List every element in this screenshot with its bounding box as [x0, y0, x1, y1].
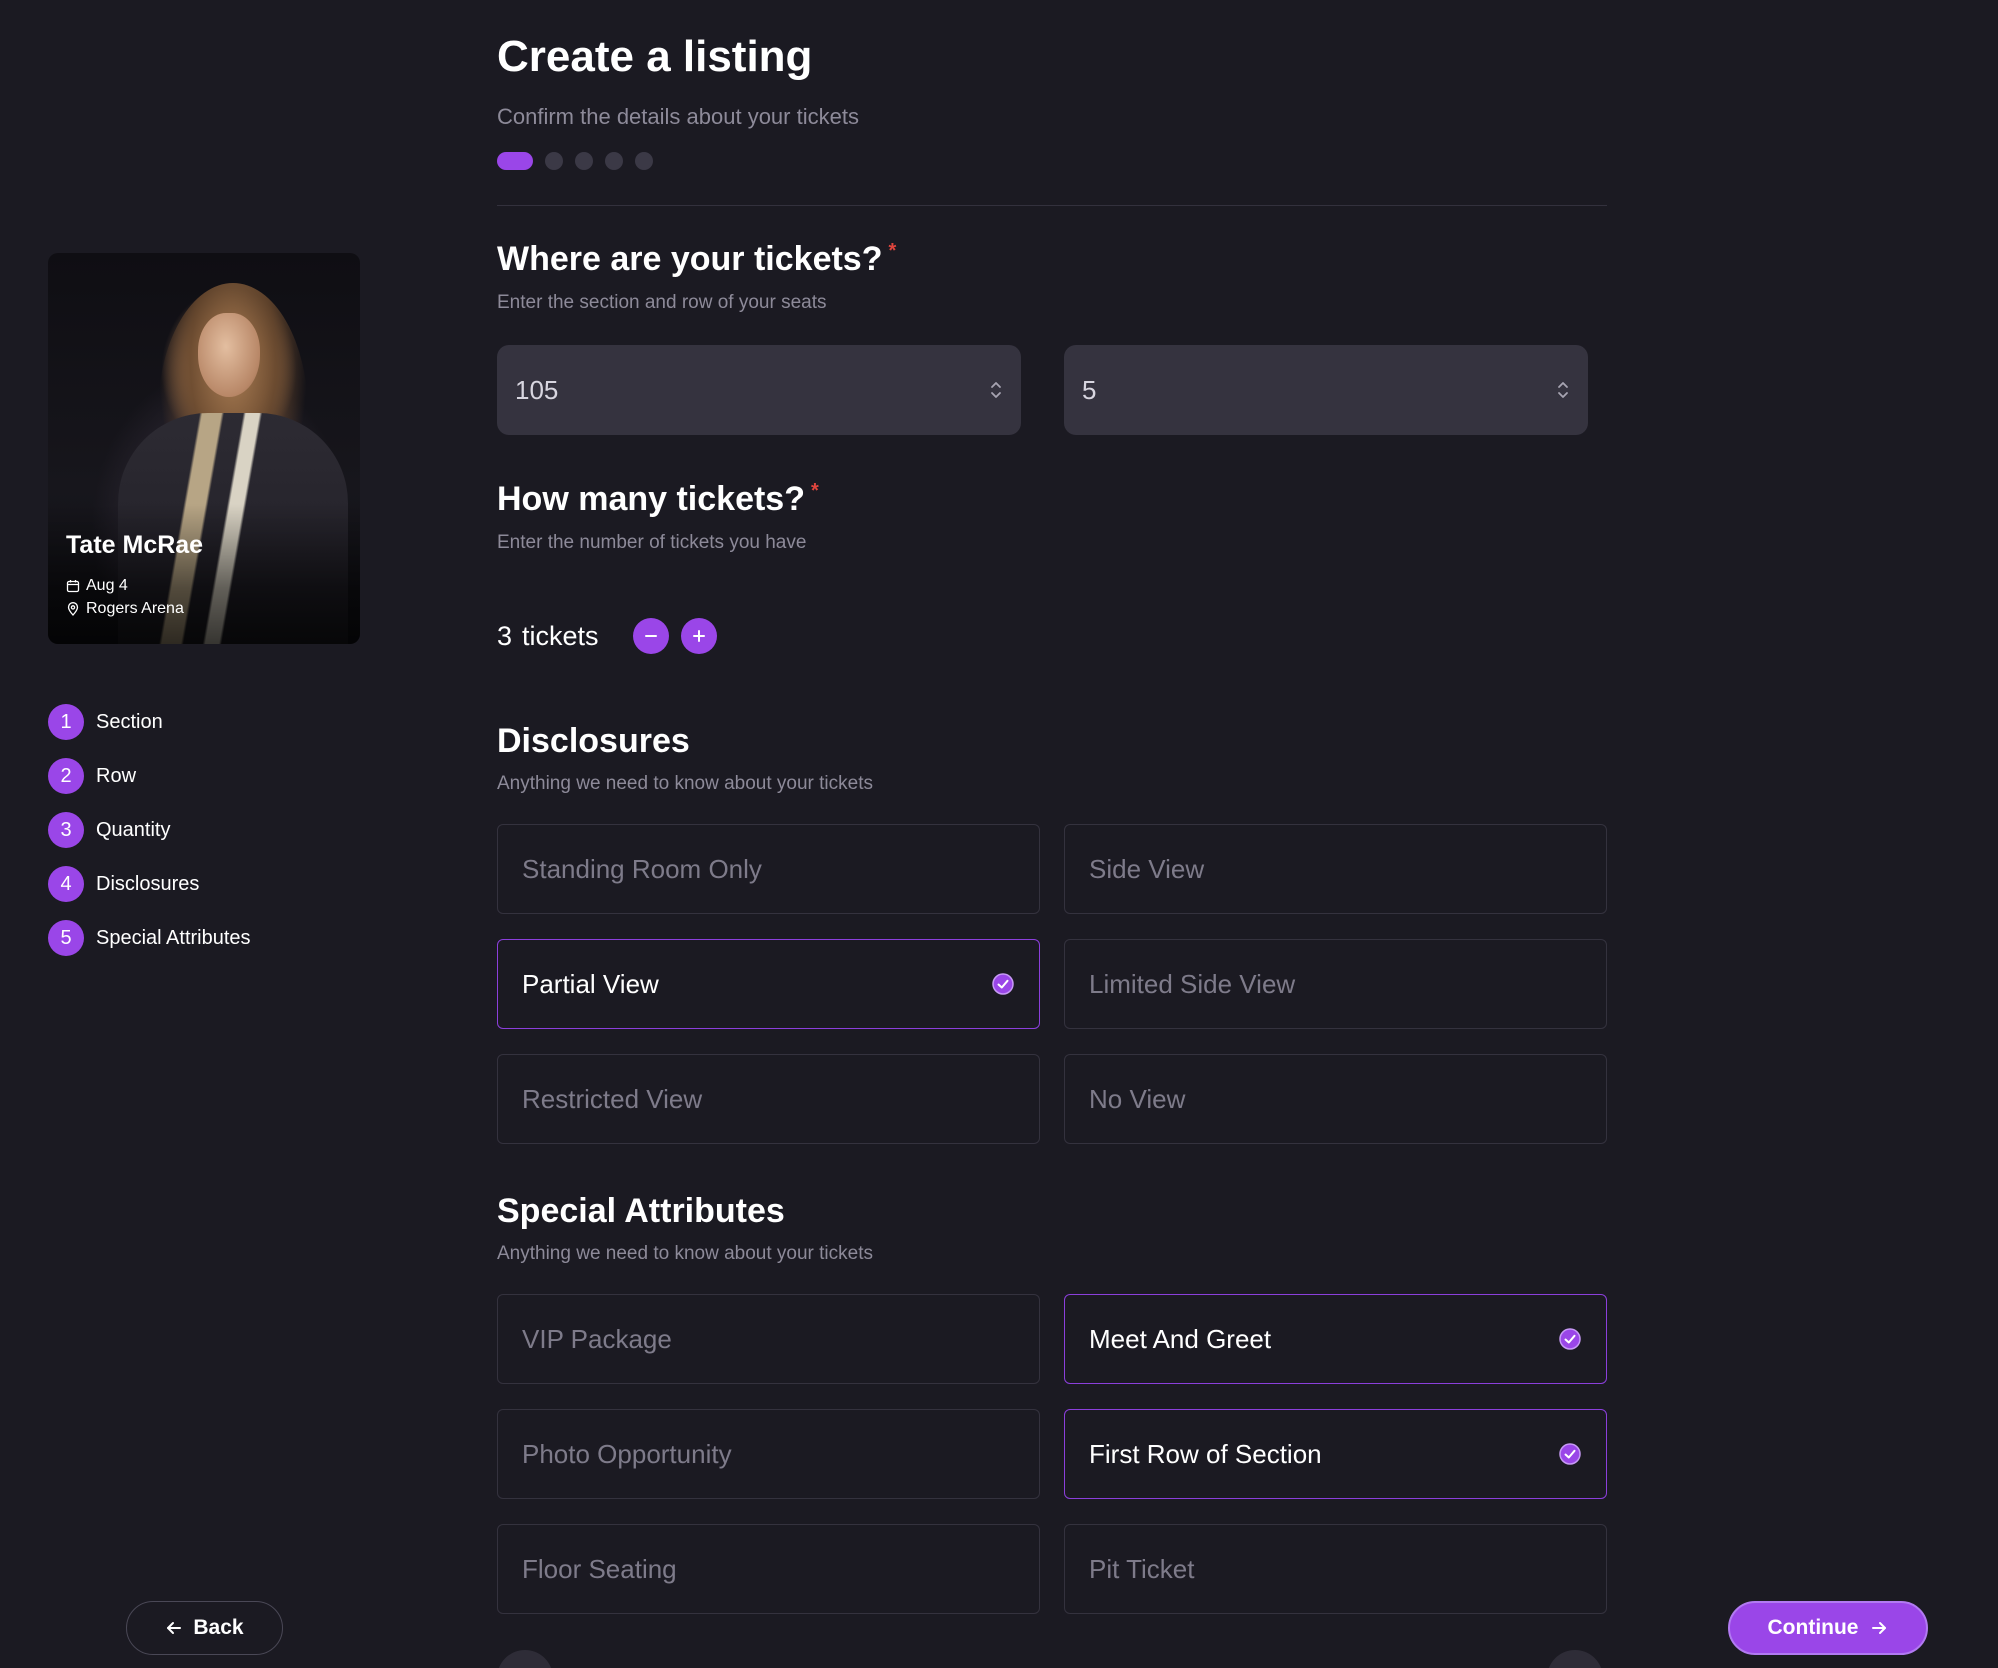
attribute-option-pit-ticket[interactable]: Pit Ticket	[1064, 1524, 1607, 1614]
special-attributes-subtitle: Anything we need to know about your tick…	[497, 1243, 874, 1264]
disclosures-title: Disclosures	[497, 722, 690, 760]
location-pin-icon	[67, 602, 79, 616]
divider	[497, 205, 1607, 206]
step-number: 2	[48, 758, 84, 794]
disclosure-option-restricted-view[interactable]: Restricted View	[497, 1054, 1040, 1144]
check-circle-icon	[1559, 1443, 1581, 1465]
step-special-attributes[interactable]: 5 Special Attributes	[48, 920, 251, 956]
disclosure-option-standing-room-only[interactable]: Standing Room Only	[497, 824, 1040, 914]
arrow-left-icon	[167, 1622, 182, 1634]
attribute-option-photo-opportunity[interactable]: Photo Opportunity	[497, 1409, 1040, 1499]
row-select[interactable]: 5	[1064, 345, 1588, 435]
progress-dot	[575, 152, 593, 170]
quantity-title-text: How many tickets?	[497, 480, 805, 518]
event-date: Aug 4	[66, 577, 128, 595]
quantity-count: 3	[497, 620, 513, 651]
option-label: Meet And Greet	[1089, 1323, 1272, 1354]
plus-icon	[692, 630, 705, 642]
event-artist: Tate McRae	[66, 531, 204, 559]
step-list: 1 Section 2 Row 3 Quantity 4 Disclosures…	[48, 704, 251, 974]
disclosure-option-partial-view[interactable]: Partial View	[497, 939, 1040, 1029]
check-circle-icon	[1559, 1328, 1581, 1350]
progress-dot	[635, 152, 653, 170]
option-label: Limited Side View	[1089, 968, 1296, 999]
page-title: Create a listing	[497, 32, 813, 81]
quantity-subtitle: Enter the number of tickets you have	[497, 532, 807, 553]
artist-photo-face	[198, 313, 260, 397]
where-subtitle: Enter the section and row of your seats	[497, 292, 827, 313]
event-card: Tate McRae Aug 4 Rogers Arena	[48, 253, 360, 644]
step-quantity[interactable]: 3 Quantity	[48, 812, 251, 848]
progress-dot	[605, 152, 623, 170]
chevron-updown-icon	[991, 382, 1001, 398]
back-button[interactable]: Back	[126, 1601, 283, 1655]
step-number: 4	[48, 866, 84, 902]
decrement-button[interactable]	[632, 618, 669, 654]
quantity-unit: tickets	[522, 620, 599, 651]
continue-label: Continue	[1767, 1616, 1859, 1639]
attribute-option-meet-and-greet[interactable]: Meet And Greet	[1064, 1294, 1607, 1384]
progress-dot-active	[497, 152, 533, 170]
check-circle-icon	[992, 973, 1014, 995]
option-label: Photo Opportunity	[522, 1438, 732, 1469]
option-label: Partial View	[522, 968, 659, 999]
disclosure-option-side-view[interactable]: Side View	[1064, 824, 1607, 914]
arrow-right-icon	[1872, 1622, 1887, 1634]
attribute-option-vip-package[interactable]: VIP Package	[497, 1294, 1040, 1384]
step-section[interactable]: 1 Section	[48, 704, 251, 740]
event-venue: Rogers Arena	[66, 600, 184, 618]
option-label: Floor Seating	[522, 1553, 677, 1584]
attribute-option-first-row-of-section[interactable]: First Row of Section	[1064, 1409, 1607, 1499]
disclosures-subtitle: Anything we need to know about your tick…	[497, 773, 874, 794]
option-label: First Row of Section	[1089, 1438, 1322, 1469]
step-number: 3	[48, 812, 84, 848]
special-attributes-title: Special Attributes	[497, 1192, 785, 1230]
scroll-peek-element	[1547, 1650, 1603, 1668]
continue-button[interactable]: Continue	[1728, 1601, 1928, 1655]
step-label: Special Attributes	[96, 926, 251, 949]
minus-icon	[644, 635, 657, 637]
option-label: Side View	[1089, 853, 1205, 884]
step-label: Section	[96, 710, 163, 733]
calendar-icon	[66, 580, 80, 593]
quantity-stepper: 3 tickets	[497, 618, 717, 654]
required-mark: *	[888, 240, 897, 262]
progress-dot	[545, 152, 563, 170]
step-disclosures[interactable]: 4 Disclosures	[48, 866, 251, 902]
disclosure-option-limited-side-view[interactable]: Limited Side View	[1064, 939, 1607, 1029]
progress-indicator	[497, 152, 653, 170]
event-venue-text: Rogers Arena	[86, 600, 184, 617]
step-label: Quantity	[96, 818, 171, 841]
option-label: Pit Ticket	[1089, 1553, 1195, 1584]
option-label: VIP Package	[522, 1323, 672, 1354]
where-title: Where are your tickets? *	[497, 240, 896, 279]
attribute-option-floor-seating[interactable]: Floor Seating	[497, 1524, 1040, 1614]
chevron-updown-icon	[1558, 382, 1568, 398]
photo-gradient-overlay	[48, 504, 360, 644]
required-mark: *	[810, 480, 819, 502]
step-number: 1	[48, 704, 84, 740]
page-subtitle: Confirm the details about your tickets	[497, 104, 859, 129]
quantity-title: How many tickets? *	[497, 480, 819, 519]
scroll-peek-element	[497, 1650, 553, 1668]
option-label: Standing Room Only	[522, 853, 762, 884]
where-title-text: Where are your tickets?	[497, 240, 883, 278]
disclosure-option-no-view[interactable]: No View	[1064, 1054, 1607, 1144]
step-number: 5	[48, 920, 84, 956]
step-label: Row	[96, 764, 137, 787]
option-label: Restricted View	[522, 1083, 703, 1114]
row-value: 5	[1082, 374, 1097, 405]
event-date-text: Aug 4	[86, 577, 128, 594]
option-label: No View	[1089, 1083, 1186, 1114]
increment-button[interactable]	[680, 618, 717, 654]
step-label: Disclosures	[96, 872, 200, 895]
back-label: Back	[193, 1616, 244, 1639]
step-row[interactable]: 2 Row	[48, 758, 251, 794]
section-select[interactable]: 105	[497, 345, 1021, 435]
section-value: 105	[515, 374, 559, 405]
